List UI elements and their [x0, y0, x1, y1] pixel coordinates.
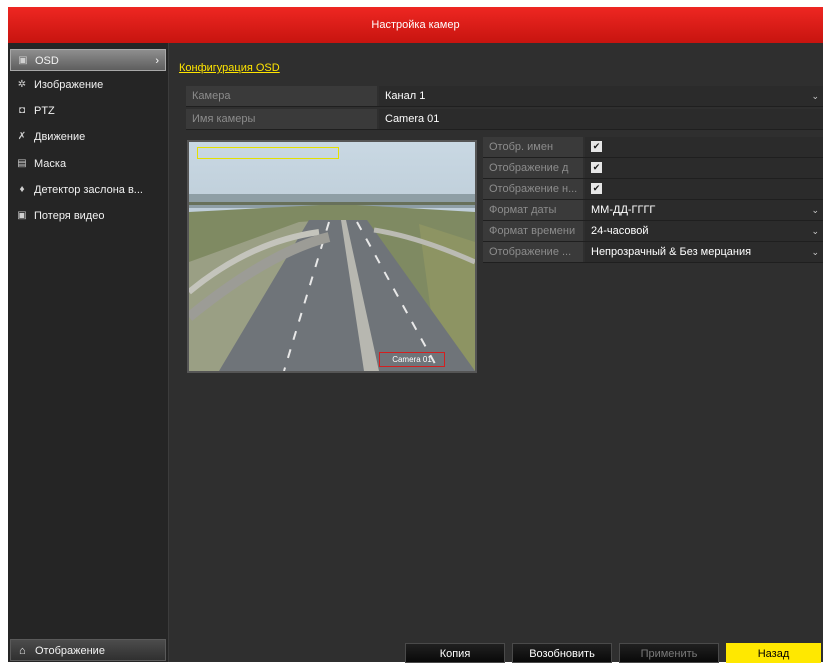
sidebar-item-label: OSD [35, 55, 59, 67]
show-date-cell: ✔ [585, 158, 823, 178]
time-format-row: Формат времени 24-часовой ⌄ [483, 221, 823, 242]
sidebar-item-label: Детектор заслона в... [34, 184, 143, 196]
main-panel: Конфигурация OSD Камера Канал 1 ⌄ Имя ка… [169, 43, 823, 663]
window-title: Настройка камер [8, 7, 823, 43]
section-title: Конфигурация OSD [179, 62, 280, 74]
tamper-icon: ♦ [19, 184, 25, 195]
highway-preview-image [189, 142, 475, 371]
show-date-label: Отображение д [483, 158, 583, 178]
camera-select[interactable]: Канал 1 ⌄ [379, 86, 823, 106]
home-icon: ⌂ [19, 645, 26, 657]
chevron-down-icon: ⌄ [811, 226, 819, 236]
sidebar-item-label: Движение [34, 131, 86, 143]
sidebar: ▣ OSD › ✲ Изображение ◘ PTZ ✗ Движение ▤… [8, 43, 169, 662]
display-mode-select[interactable]: Непрозрачный & Без мерцания ⌄ [585, 242, 823, 262]
chevron-down-icon: ⌄ [811, 247, 819, 257]
copy-button[interactable]: Копия [405, 643, 505, 663]
sidebar-item-video-loss[interactable]: ▣ Потеря видео [10, 205, 166, 227]
camera-name-field[interactable]: Camera 01 [379, 109, 823, 129]
mask-icon: ▤ [17, 158, 27, 169]
sidebar-item-ptz[interactable]: ◘ PTZ [10, 100, 166, 122]
live-view-label: Отображение [35, 645, 105, 657]
osd-name-overlay-box[interactable]: Camera 01 [379, 352, 445, 367]
time-format-select[interactable]: 24-часовой ⌄ [585, 221, 823, 241]
show-name-checkbox[interactable]: ✔ [591, 141, 602, 152]
sidebar-item-label: Изображение [34, 79, 104, 91]
apply-button[interactable]: Применить [619, 643, 719, 663]
show-name-row: Отобр. имен ✔ [483, 137, 823, 158]
display-mode-row: Отображение ... Непрозрачный & Без мерца… [483, 242, 823, 263]
show-week-checkbox[interactable]: ✔ [591, 183, 602, 194]
camera-label: Камера [186, 86, 377, 106]
date-format-row: Формат даты ММ-ДД-ГГГГ ⌄ [483, 200, 823, 221]
camera-value: Канал 1 [385, 90, 426, 102]
sidebar-item-motion[interactable]: ✗ Движение [10, 126, 166, 148]
camera-settings-window: Настройка камер ▣ OSD › ✲ Изображение ◘ … [8, 7, 823, 663]
ptz-icon: ◘ [18, 105, 26, 116]
sidebar-item-osd[interactable]: ▣ OSD › [10, 49, 166, 71]
image-icon: ✲ [17, 79, 27, 90]
display-mode-value: Непрозрачный & Без мерцания [591, 246, 752, 258]
camera-name-row: Имя камеры Camera 01 [186, 109, 823, 130]
video-loss-icon: ▣ [17, 210, 27, 221]
sidebar-item-label: Потеря видео [34, 210, 105, 222]
sidebar-item-mask[interactable]: ▤ Маска [10, 153, 166, 175]
camera-name-label: Имя камеры [186, 109, 377, 129]
show-week-label: Отображение н... [483, 179, 583, 199]
camera-preview[interactable]: Camera 01 [187, 140, 477, 373]
sidebar-item-label: PTZ [34, 105, 55, 117]
show-week-row: Отображение н... ✔ [483, 179, 823, 200]
show-date-checkbox[interactable]: ✔ [591, 162, 602, 173]
time-format-value: 24-часовой [591, 225, 649, 237]
live-view-button[interactable]: ⌂ Отображение [10, 639, 166, 661]
osd-date-overlay-box[interactable] [197, 147, 339, 159]
sidebar-item-label: Маска [34, 158, 67, 170]
time-format-label: Формат времени [483, 221, 583, 241]
sidebar-item-tamper[interactable]: ♦ Детектор заслона в... [10, 179, 166, 201]
show-name-label: Отобр. имен [483, 137, 583, 157]
display-mode-label: Отображение ... [483, 242, 583, 262]
back-button[interactable]: Назад [726, 643, 821, 663]
chevron-right-icon: › [155, 55, 159, 67]
sidebar-item-image[interactable]: ✲ Изображение [10, 74, 166, 96]
date-format-value: ММ-ДД-ГГГГ [591, 204, 656, 216]
show-date-row: Отображение д ✔ [483, 158, 823, 179]
date-format-select[interactable]: ММ-ДД-ГГГГ ⌄ [585, 200, 823, 220]
date-format-label: Формат даты [483, 200, 583, 220]
motion-icon: ✗ [17, 131, 27, 142]
chevron-down-icon: ⌄ [811, 205, 819, 215]
chevron-down-icon: ⌄ [811, 91, 819, 101]
refresh-button[interactable]: Возобновить [512, 643, 612, 663]
show-week-cell: ✔ [585, 179, 823, 199]
camera-row: Камера Канал 1 ⌄ [186, 86, 823, 107]
show-name-cell: ✔ [585, 137, 823, 157]
osd-icon: ▣ [18, 55, 28, 66]
